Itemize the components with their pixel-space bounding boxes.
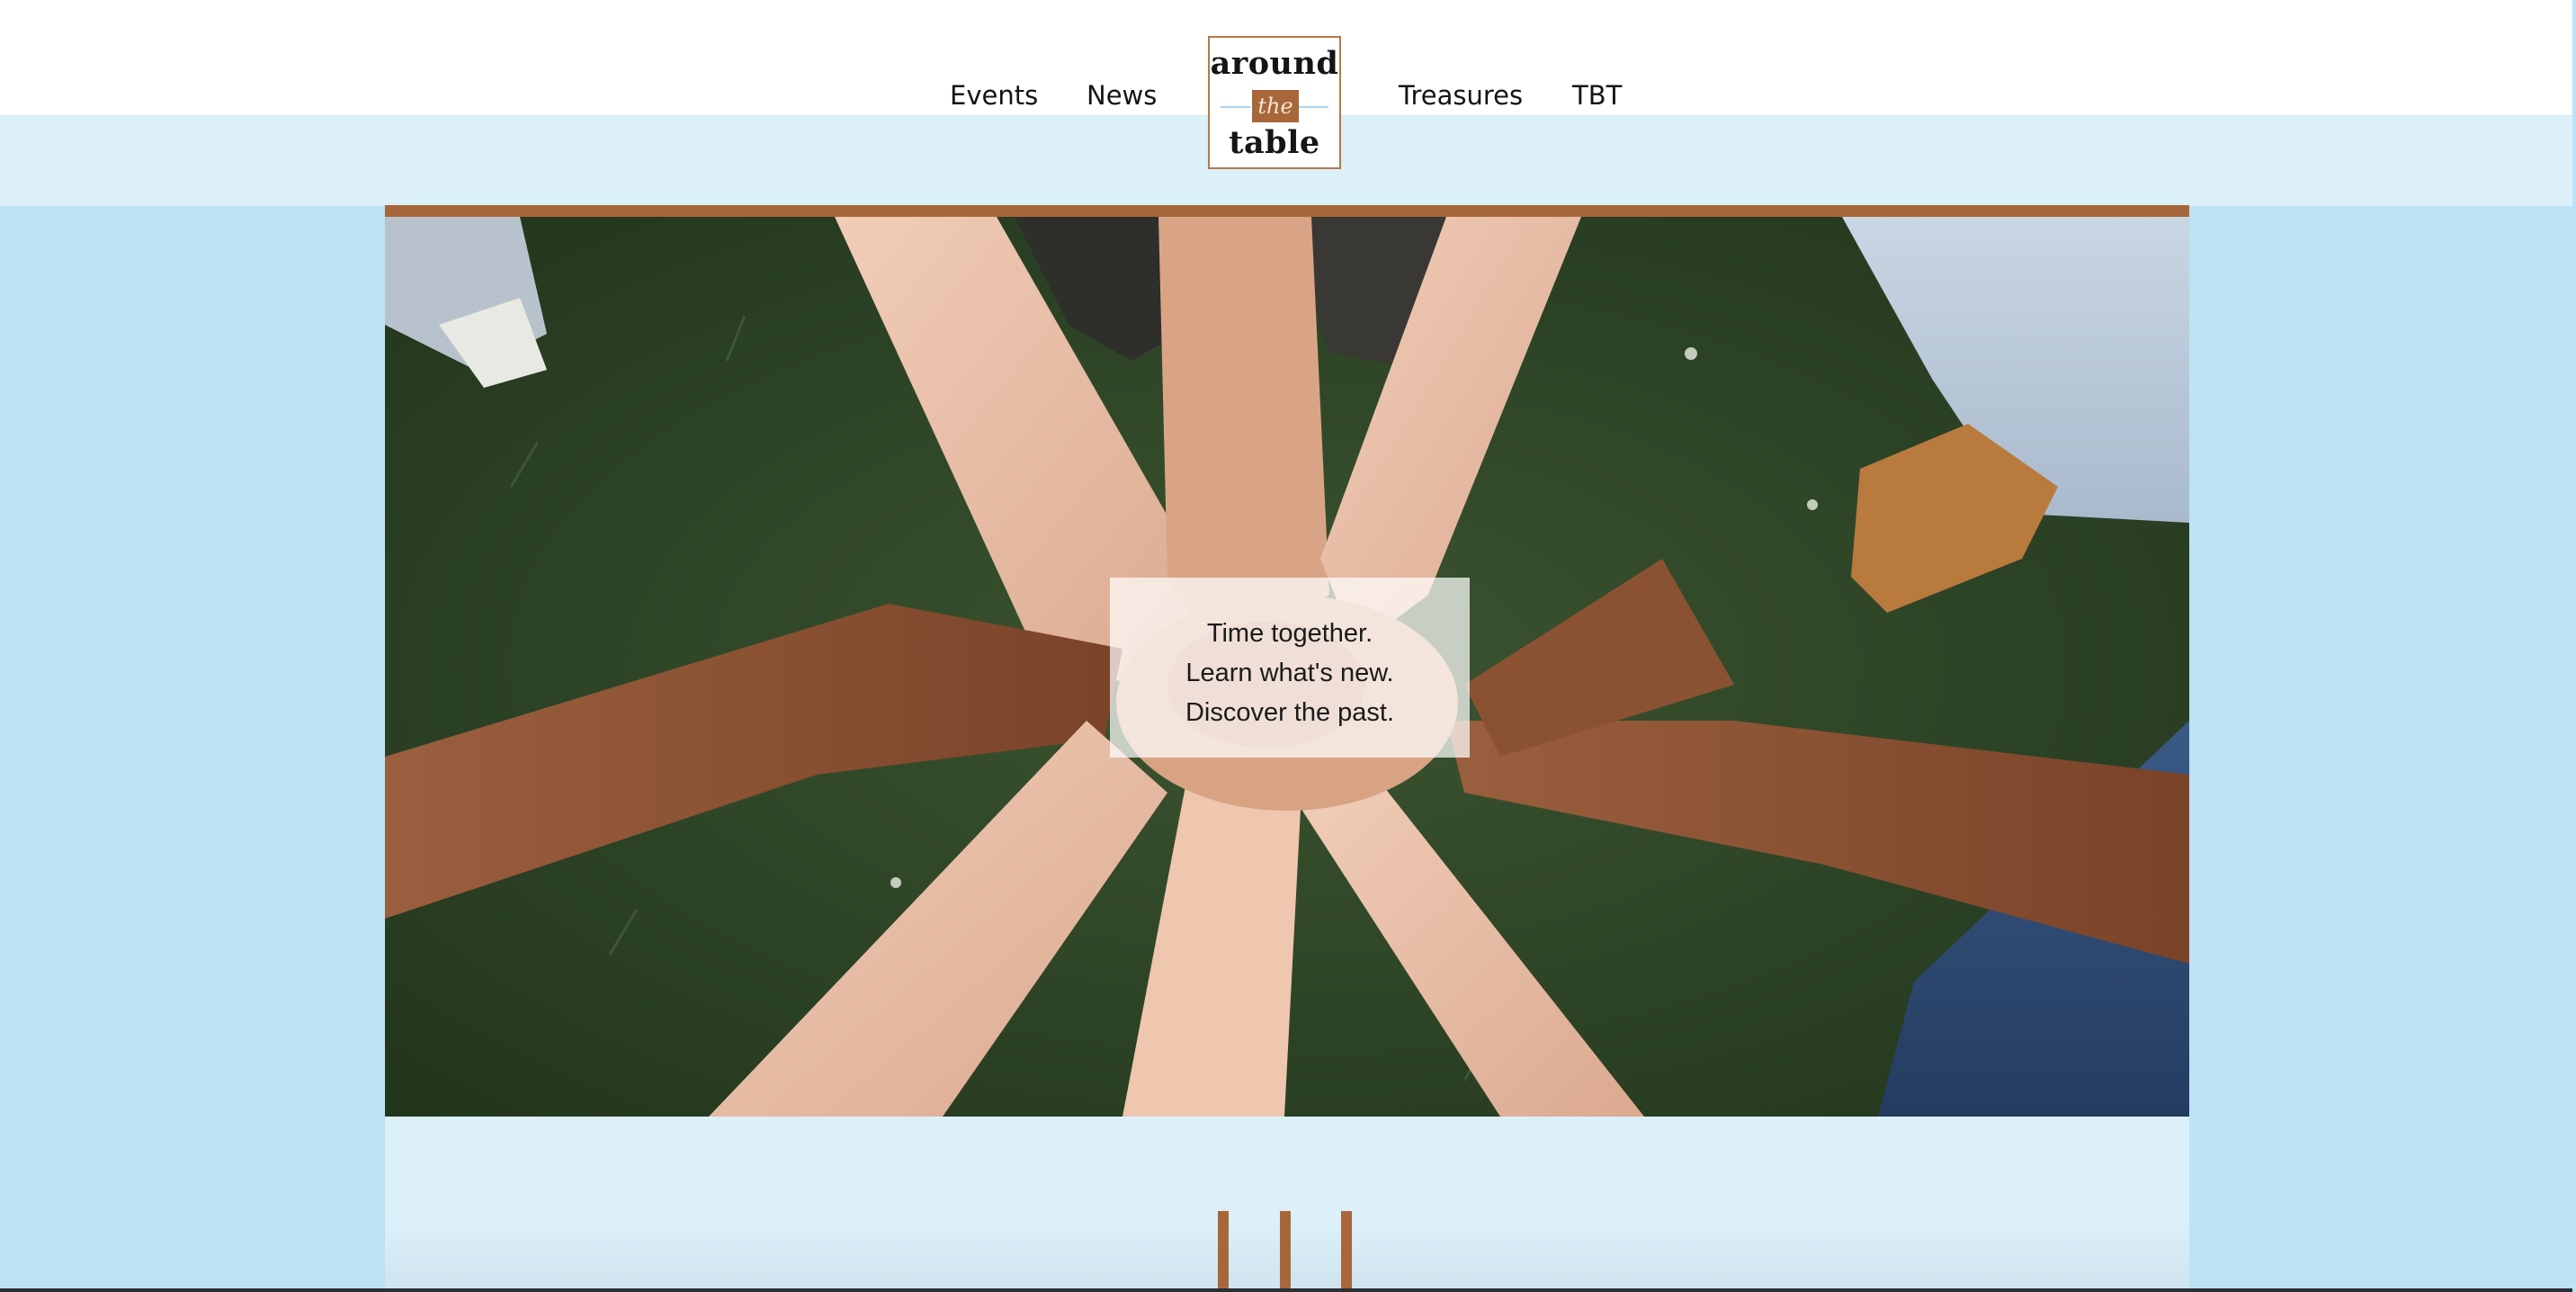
tagline-line-1: Time together.	[1206, 619, 1373, 648]
logo-word-table: table	[1229, 124, 1320, 161]
nav-link-treasures[interactable]: Treasures	[1399, 77, 1523, 113]
logo-word-around: around	[1210, 45, 1339, 82]
decorative-bar-1	[1218, 1211, 1229, 1292]
decorative-bar-2	[1280, 1211, 1291, 1292]
window-bottom-edge	[0, 1288, 2576, 1292]
tagline-line-2: Learn what's new.	[1185, 659, 1394, 687]
logo-word-the: the	[1252, 90, 1299, 122]
window-right-edge	[2572, 0, 2576, 1292]
logo-rule-right	[1298, 106, 1328, 108]
hero-image: Time together. Learn what's new. Discove…	[385, 217, 2189, 1117]
nav-link-events[interactable]: Events	[950, 77, 1038, 113]
nav-link-tbt[interactable]: TBT	[1572, 77, 1622, 113]
hero-accent-strip	[385, 205, 2189, 217]
hero-tagline-box: Time together. Learn what's new. Discove…	[1110, 578, 1470, 758]
logo-rule-left	[1221, 106, 1251, 108]
nav-link-news[interactable]: News	[1087, 77, 1157, 113]
decorative-bar-3	[1341, 1211, 1352, 1292]
tagline-line-3: Discover the past.	[1185, 698, 1395, 727]
site-logo[interactable]: around the table	[1208, 36, 1341, 169]
